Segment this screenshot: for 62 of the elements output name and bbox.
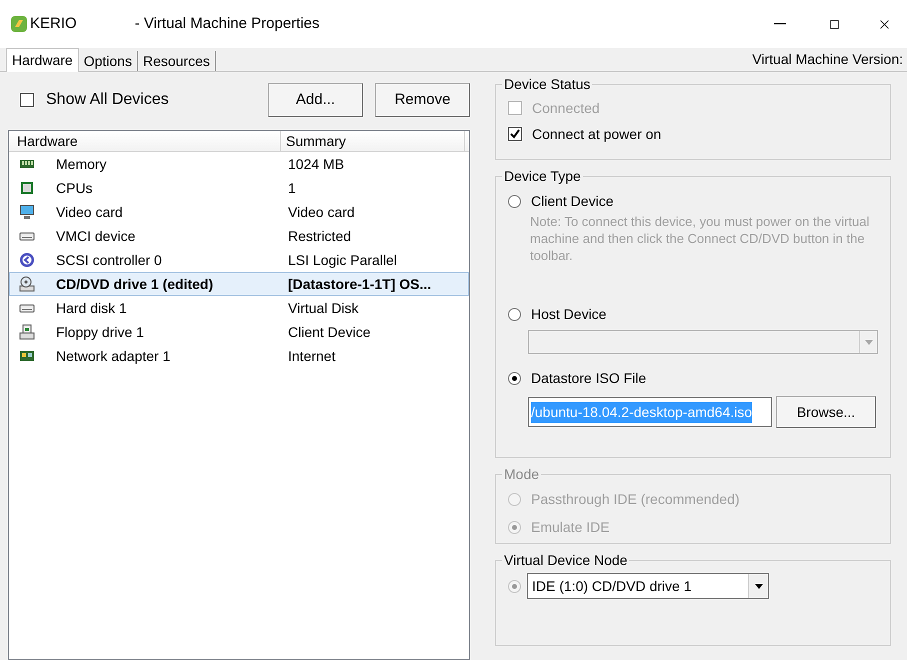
table-cell-text: 1024 MB bbox=[288, 154, 344, 174]
table-cell-text: Video card bbox=[56, 202, 124, 222]
checkbox-label: Connected bbox=[532, 98, 600, 118]
app-logo-icon bbox=[10, 15, 28, 33]
radio-label: Datastore ISO File bbox=[531, 368, 646, 388]
table-cell-text: VMCI device bbox=[56, 226, 136, 246]
window-title: - Virtual Machine Properties bbox=[134, 14, 320, 34]
table-cell-text: [Datastore-1-1T] OS... bbox=[288, 274, 432, 294]
version-label: Virtual Machine Version: bbox=[752, 50, 903, 69]
hardware-row[interactable]: Video card Video card bbox=[9, 200, 469, 224]
table-cell-text: Restricted bbox=[288, 226, 352, 246]
table-cell-text: Client Device bbox=[288, 322, 370, 342]
hardware-row[interactable]: Network adapter 1 Internet bbox=[9, 344, 469, 368]
table-cell-text: SCSI controller 0 bbox=[56, 250, 163, 270]
hardware-row[interactable]: Hard disk 1 Virtual Disk bbox=[9, 296, 469, 320]
hardware-row[interactable]: CPUs 1 bbox=[9, 176, 469, 200]
group-title: Mode bbox=[503, 465, 540, 484]
browse-button[interactable]: Browse... bbox=[776, 396, 876, 428]
floppy-drive-icon bbox=[19, 324, 35, 340]
radio-label: Host Device bbox=[531, 304, 606, 324]
checkbox-label: Show All Devices bbox=[46, 90, 169, 110]
table-cell-text: Internet bbox=[288, 346, 336, 366]
hardware-row[interactable]: Floppy drive 1 Client Device bbox=[9, 320, 469, 344]
table-cell-text: Video card bbox=[288, 202, 355, 222]
tab[interactable]: Hardware bbox=[6, 48, 79, 72]
hardware-row[interactable]: Memory 1024 MB bbox=[9, 152, 469, 176]
app-name: KERIO bbox=[30, 14, 77, 34]
note-text: Note: To connect this device, you must power on the virtual machine and then click the Connect CD/DVD button in the toolbar. bbox=[530, 213, 870, 264]
column-header[interactable]: Summary bbox=[281, 131, 465, 151]
group-title: Virtual Device Node bbox=[503, 551, 628, 570]
hardware-row[interactable]: VMCI device Restricted bbox=[9, 224, 469, 248]
column-header[interactable]: Hardware bbox=[9, 131, 281, 151]
table-cell-text: LSI Logic Parallel bbox=[288, 250, 397, 270]
network-card-icon bbox=[19, 348, 35, 364]
radio-button[interactable] bbox=[508, 372, 521, 384]
table-cell-text: Hard disk 1 bbox=[56, 298, 128, 318]
checkbox-label: Connect at power on bbox=[532, 124, 662, 144]
action-button[interactable]: Remove bbox=[375, 83, 470, 117]
disc-drive-icon bbox=[19, 276, 35, 292]
checkbox[interactable] bbox=[20, 93, 34, 107]
action-button[interactable]: Add... bbox=[268, 83, 363, 117]
table-cell-text: Memory bbox=[56, 154, 108, 174]
radio-label: Emulate IDE bbox=[531, 518, 610, 536]
table-cell-text: Network adapter 1 bbox=[56, 346, 172, 366]
radio-label: Passthrough IDE (recommended) bbox=[531, 490, 740, 509]
hardware-row[interactable]: SCSI controller 0 LSI Logic Parallel bbox=[9, 248, 469, 272]
radio-button[interactable] bbox=[508, 308, 521, 320]
table-cell-text: CPUs bbox=[56, 178, 94, 198]
radio-button[interactable] bbox=[508, 194, 521, 208]
processor-icon bbox=[19, 180, 35, 196]
table-cell-text: Virtual Disk bbox=[288, 298, 359, 318]
checkbox[interactable] bbox=[508, 127, 522, 141]
table-cell-text: CD/DVD drive 1 (edited) bbox=[56, 274, 214, 294]
maximize-icon bbox=[828, 18, 840, 30]
table-cell-text: Floppy drive 1 bbox=[56, 322, 145, 342]
group-title: Device Type bbox=[503, 167, 582, 186]
radio-label: Client Device bbox=[531, 192, 614, 210]
minimize-icon bbox=[774, 23, 786, 25]
hardware-row[interactable]: CD/DVD drive 1 (edited) [Datastore-1-1T] OS... bbox=[9, 272, 469, 296]
monitor-icon bbox=[19, 204, 35, 220]
table-cell-text: 1 bbox=[288, 178, 296, 198]
group-title: Device Status bbox=[503, 75, 592, 94]
